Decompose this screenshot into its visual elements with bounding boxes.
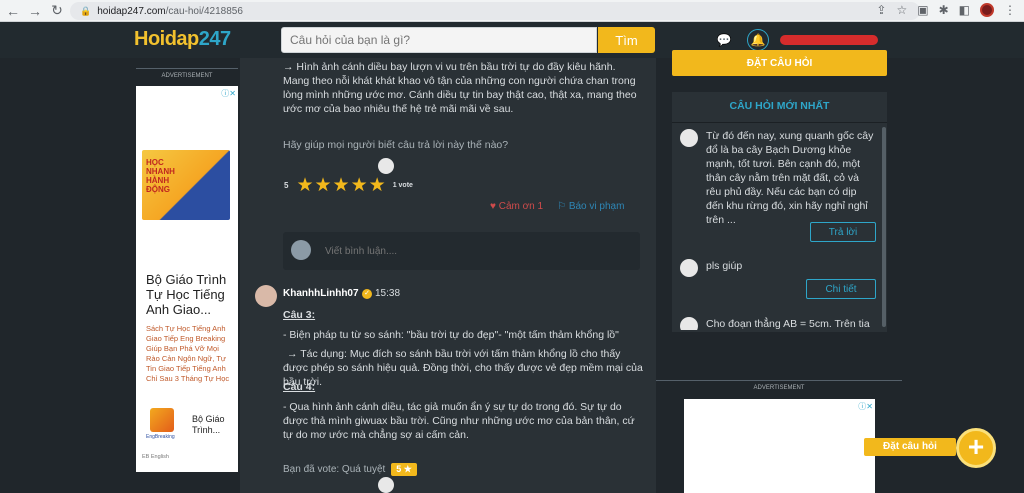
floating-ask-label[interactable]: Đặt câu hỏi xyxy=(864,438,956,456)
url-path: /cau-hoi/4218856 xyxy=(165,5,243,17)
q3-heading: Câu 3: xyxy=(283,309,316,321)
rating-row: 5 ★ ★ ★ ★ ★ 1 vote xyxy=(284,176,413,195)
ad-brand-label: EngBreaking xyxy=(146,434,175,440)
question-avatar-3[interactable] xyxy=(680,317,698,330)
star-icon-5[interactable]: ★ xyxy=(369,176,386,195)
ad-book-label: HỌC NHANH HÀNH ĐỘNG xyxy=(146,158,175,194)
redacted-username[interactable] xyxy=(780,35,878,45)
question-text-1[interactable]: Từ đó đến nay, xung quanh gốc cây đổ là … xyxy=(706,129,876,227)
verified-badge-icon: ✓ xyxy=(362,289,372,299)
ad-brand-logo[interactable] xyxy=(150,408,174,432)
user-vote-badge: 5 ★ xyxy=(391,463,417,476)
question-avatar-1[interactable] xyxy=(680,129,698,147)
left-advertisement[interactable]: ⓘ✕ HỌC NHANH HÀNH ĐỘNG Bộ Giáo Trình Tự … xyxy=(136,86,238,472)
thanks-button[interactable]: ♥ Cảm ơn 1 xyxy=(490,201,543,212)
comment-avatar xyxy=(291,240,311,260)
reload-icon[interactable]: ↻ xyxy=(48,2,66,20)
bookmark-star-icon[interactable]: ☆ xyxy=(896,3,907,17)
address-bar[interactable]: 🔒 hoidap247.com /cau-hoi/4218856 xyxy=(70,2,920,20)
forward-icon[interactable]: → xyxy=(26,2,44,20)
search-input[interactable] xyxy=(281,27,597,53)
comment-box xyxy=(283,232,640,270)
sidebar-icon[interactable]: ◧ xyxy=(959,3,970,17)
answer-intro-text: → Hình ảnh cánh diều bay lượn vi vu trên… xyxy=(283,61,637,115)
lock-icon: 🔒 xyxy=(80,5,92,16)
answer-question-button[interactable]: Trả lời xyxy=(810,222,876,242)
profile-avatar[interactable] xyxy=(980,3,994,17)
answer-actions: ♥ Cảm ơn 1 ⚐ Báo vi phạm xyxy=(490,201,624,212)
ask-question-button[interactable]: ĐẶT CÂU HỎI xyxy=(672,50,887,76)
answer-time: 15:38 xyxy=(375,288,401,299)
rating-help-text: Hãy giúp mọi người biết câu trả lời này … xyxy=(283,139,509,151)
latest-questions-list: Từ đó đến nay, xung quanh gốc cây đổ là … xyxy=(672,122,887,330)
question-detail-button[interactable]: Chi tiết xyxy=(806,279,876,299)
ad-close-icon[interactable]: ⓘ✕ xyxy=(221,88,236,99)
user-vote-text: Bạn đã vote: Quá tuyệt xyxy=(283,464,386,475)
plus-icon[interactable]: + xyxy=(956,428,996,468)
site-logo[interactable]: Hoidap247 xyxy=(134,28,231,51)
star-icon-2[interactable]: ★ xyxy=(315,176,332,195)
q3-line2: → Tác dụng: Mục đích so sánh bầu trời vớ… xyxy=(283,348,643,388)
main-content: → Hình ảnh cánh diều bay lượn vi vu trên… xyxy=(240,58,656,493)
scroll-handle-bottom[interactable] xyxy=(378,477,394,493)
q3-line1: - Biện pháp tu từ so sánh: "bầu trời tự … xyxy=(283,329,619,341)
share-icon[interactable]: ⇪ xyxy=(876,3,886,17)
menu-icon[interactable]: ⋮ xyxy=(1004,3,1016,17)
ad-description[interactable]: Sách Tự Học Tiếng Anh Giao Tiếp Eng Brea… xyxy=(146,324,234,384)
ad-book-image[interactable]: HỌC NHANH HÀNH ĐỘNG xyxy=(142,150,230,220)
rating-score: 5 xyxy=(284,181,289,190)
question-avatar-2[interactable] xyxy=(680,259,698,277)
question-text-2[interactable]: pls giúp xyxy=(706,259,876,273)
latest-questions-title: CÂU HỎI MỚI NHẤT xyxy=(729,100,830,112)
latest-questions-panel: CÂU HỎI MỚI NHẤT Từ đó đến nay, xung qua… xyxy=(672,92,887,332)
scroll-handle-top[interactable] xyxy=(378,158,394,174)
logo-text: Hoidap xyxy=(134,28,199,50)
search-button[interactable]: Tìm xyxy=(598,27,655,53)
report-button[interactable]: ⚐ Báo vi phạm xyxy=(557,201,624,212)
ad-title[interactable]: Bộ Giáo Trình Tự Học Tiếng Anh Giao... xyxy=(146,272,234,317)
star-icon-4[interactable]: ★ xyxy=(351,176,368,195)
logo-number: 247 xyxy=(198,28,231,50)
browser-toolbar: ← → ↻ 🔒 hoidap247.com /cau-hoi/4218856 ⇪… xyxy=(0,0,1024,22)
right-advertisement[interactable]: ⓘ✕ xyxy=(684,399,875,493)
user-vote-line: Bạn đã vote: Quá tuyệt 5 ★ xyxy=(283,463,417,476)
browser-actions: ⇪ ☆ ▣ ✱ ◧ ⋮ xyxy=(876,3,1016,17)
q4-line1: - Qua hình ảnh cánh diều, tác giả muốn ẩ… xyxy=(283,401,635,441)
back-icon[interactable]: ← xyxy=(4,2,22,20)
extension-icon[interactable]: ▣ xyxy=(917,3,928,17)
star-icon-1[interactable]: ★ xyxy=(296,176,313,195)
bell-icon[interactable]: 🔔 xyxy=(747,29,769,51)
question-text-3[interactable]: Cho đoạn thẳng AB = 5cm. Trên tia AB xyxy=(706,317,876,330)
chat-icon[interactable]: 💬 xyxy=(713,29,735,51)
ad-footer: EB English xyxy=(142,454,169,460)
left-ad-label: ADVERTISEMENT xyxy=(136,68,238,79)
ad-brand-title[interactable]: Bộ Giáo Trình... xyxy=(192,414,236,436)
q4-heading: Câu 4: xyxy=(283,381,316,393)
vote-count: 1 vote xyxy=(392,182,413,189)
comment-input[interactable] xyxy=(319,238,631,264)
answer-avatar[interactable] xyxy=(255,285,277,307)
right-ad-close-icon[interactable]: ⓘ✕ xyxy=(858,401,873,412)
puzzle-icon[interactable]: ✱ xyxy=(939,3,949,17)
answer-username[interactable]: KhanhhLinhh07 xyxy=(283,288,359,299)
star-icon-3[interactable]: ★ xyxy=(333,176,350,195)
url-host: hoidap247.com xyxy=(97,5,166,17)
latest-scrollbar[interactable] xyxy=(882,127,886,327)
right-ad-label: ADVERTISEMENT xyxy=(656,380,902,391)
